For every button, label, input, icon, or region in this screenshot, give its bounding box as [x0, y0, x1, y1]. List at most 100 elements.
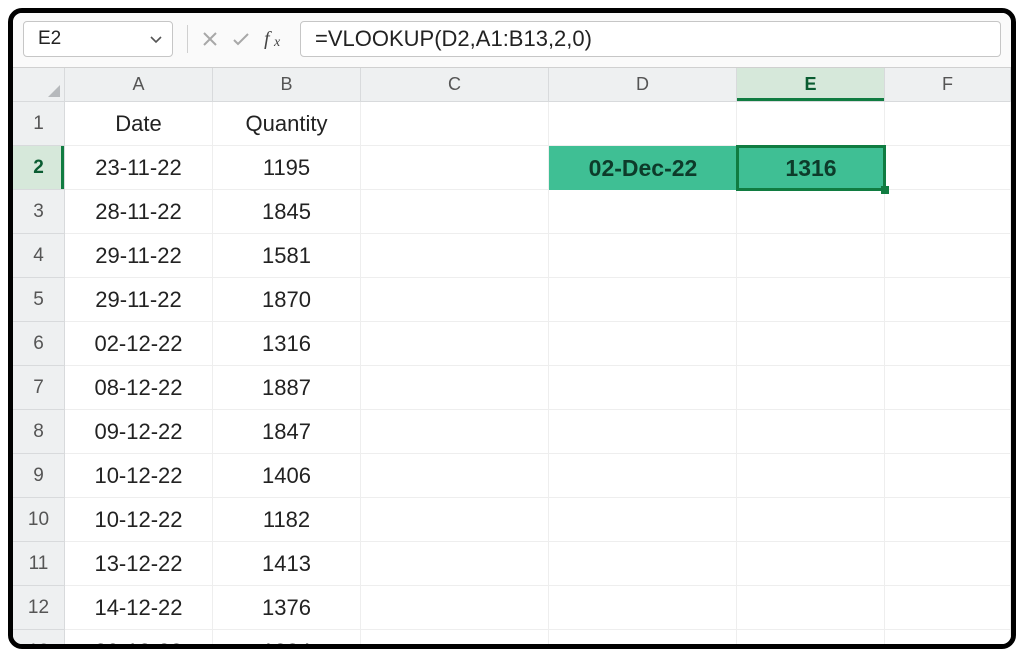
- cell-B7[interactable]: 1887: [213, 366, 361, 410]
- cell-B1[interactable]: Quantity: [213, 102, 361, 146]
- cell-C11[interactable]: [361, 542, 549, 586]
- spreadsheet-grid[interactable]: A B C D E F 1 Date Quantity 2 23-11-22 1…: [13, 68, 1011, 649]
- cell-D5[interactable]: [549, 278, 737, 322]
- cell-D2[interactable]: 02-Dec-22: [549, 146, 737, 190]
- cell-C10[interactable]: [361, 498, 549, 542]
- col-header-F[interactable]: F: [885, 68, 1011, 102]
- row-header[interactable]: 7: [13, 366, 65, 410]
- col-header-A[interactable]: A: [65, 68, 213, 102]
- cell-C7[interactable]: [361, 366, 549, 410]
- row-header[interactable]: 10: [13, 498, 65, 542]
- cell-F11[interactable]: [885, 542, 1011, 586]
- cell-B5[interactable]: 1870: [213, 278, 361, 322]
- cell-A3[interactable]: 28-11-22: [65, 190, 213, 234]
- cell-B12[interactable]: 1376: [213, 586, 361, 630]
- col-header-B[interactable]: B: [213, 68, 361, 102]
- cell-D1[interactable]: [549, 102, 737, 146]
- cancel-icon[interactable]: [202, 31, 218, 47]
- cell-F3[interactable]: [885, 190, 1011, 234]
- cell-D12[interactable]: [549, 586, 737, 630]
- cell-A1[interactable]: Date: [65, 102, 213, 146]
- cell-B2[interactable]: 1195: [213, 146, 361, 190]
- col-header-C[interactable]: C: [361, 68, 549, 102]
- cell-B11[interactable]: 1413: [213, 542, 361, 586]
- cell-B8[interactable]: 1847: [213, 410, 361, 454]
- cell-C8[interactable]: [361, 410, 549, 454]
- cell-D10[interactable]: [549, 498, 737, 542]
- cell-E2-selected[interactable]: 1316: [737, 146, 885, 190]
- cell-D11[interactable]: [549, 542, 737, 586]
- cell-C12[interactable]: [361, 586, 549, 630]
- row-header[interactable]: 13: [13, 630, 65, 649]
- cell-F1[interactable]: [885, 102, 1011, 146]
- cell-D9[interactable]: [549, 454, 737, 498]
- row-header[interactable]: 8: [13, 410, 65, 454]
- cell-B6[interactable]: 1316: [213, 322, 361, 366]
- cell-C5[interactable]: [361, 278, 549, 322]
- cell-B3[interactable]: 1845: [213, 190, 361, 234]
- cell-E5[interactable]: [737, 278, 885, 322]
- cell-E13[interactable]: [737, 630, 885, 649]
- cell-D8[interactable]: [549, 410, 737, 454]
- formula-input[interactable]: =VLOOKUP(D2,A1:B13,2,0): [300, 21, 1001, 57]
- cell-D4[interactable]: [549, 234, 737, 278]
- cell-B4[interactable]: 1581: [213, 234, 361, 278]
- cell-A13[interactable]: 20-12-22: [65, 630, 213, 649]
- cell-D13[interactable]: [549, 630, 737, 649]
- cell-C6[interactable]: [361, 322, 549, 366]
- cell-C2[interactable]: [361, 146, 549, 190]
- cell-C9[interactable]: [361, 454, 549, 498]
- cell-A12[interactable]: 14-12-22: [65, 586, 213, 630]
- row-header[interactable]: 5: [13, 278, 65, 322]
- row-header[interactable]: 12: [13, 586, 65, 630]
- cell-D6[interactable]: [549, 322, 737, 366]
- cell-F8[interactable]: [885, 410, 1011, 454]
- cell-F9[interactable]: [885, 454, 1011, 498]
- fill-handle[interactable]: [881, 186, 889, 194]
- cell-F4[interactable]: [885, 234, 1011, 278]
- cell-C1[interactable]: [361, 102, 549, 146]
- cell-C4[interactable]: [361, 234, 549, 278]
- cell-D3[interactable]: [549, 190, 737, 234]
- cell-A5[interactable]: 29-11-22: [65, 278, 213, 322]
- cell-A2[interactable]: 23-11-22: [65, 146, 213, 190]
- cell-A10[interactable]: 10-12-22: [65, 498, 213, 542]
- row-header[interactable]: 6: [13, 322, 65, 366]
- row-header[interactable]: 9: [13, 454, 65, 498]
- enter-icon[interactable]: [232, 32, 250, 46]
- cell-B13[interactable]: 1384: [213, 630, 361, 649]
- cell-F12[interactable]: [885, 586, 1011, 630]
- cell-E10[interactable]: [737, 498, 885, 542]
- cell-F13[interactable]: [885, 630, 1011, 649]
- cell-E11[interactable]: [737, 542, 885, 586]
- cell-E4[interactable]: [737, 234, 885, 278]
- cell-F5[interactable]: [885, 278, 1011, 322]
- col-header-D[interactable]: D: [549, 68, 737, 102]
- cell-A6[interactable]: 02-12-22: [65, 322, 213, 366]
- cell-E9[interactable]: [737, 454, 885, 498]
- cell-F2[interactable]: [885, 146, 1011, 190]
- cell-E6[interactable]: [737, 322, 885, 366]
- cell-A11[interactable]: 13-12-22: [65, 542, 213, 586]
- col-header-E[interactable]: E: [737, 68, 885, 102]
- cell-E1[interactable]: [737, 102, 885, 146]
- row-header[interactable]: 4: [13, 234, 65, 278]
- cell-E7[interactable]: [737, 366, 885, 410]
- cell-F10[interactable]: [885, 498, 1011, 542]
- cell-E3[interactable]: [737, 190, 885, 234]
- cell-E12[interactable]: [737, 586, 885, 630]
- cell-A8[interactable]: 09-12-22: [65, 410, 213, 454]
- cell-C13[interactable]: [361, 630, 549, 649]
- fx-icon[interactable]: f x: [264, 29, 290, 49]
- row-header[interactable]: 1: [13, 102, 65, 146]
- cell-A7[interactable]: 08-12-22: [65, 366, 213, 410]
- cell-A9[interactable]: 10-12-22: [65, 454, 213, 498]
- cell-A4[interactable]: 29-11-22: [65, 234, 213, 278]
- select-all-corner[interactable]: [13, 68, 65, 102]
- cell-F6[interactable]: [885, 322, 1011, 366]
- row-header[interactable]: 3: [13, 190, 65, 234]
- cell-F7[interactable]: [885, 366, 1011, 410]
- row-header[interactable]: 11: [13, 542, 65, 586]
- cell-D7[interactable]: [549, 366, 737, 410]
- cell-E8[interactable]: [737, 410, 885, 454]
